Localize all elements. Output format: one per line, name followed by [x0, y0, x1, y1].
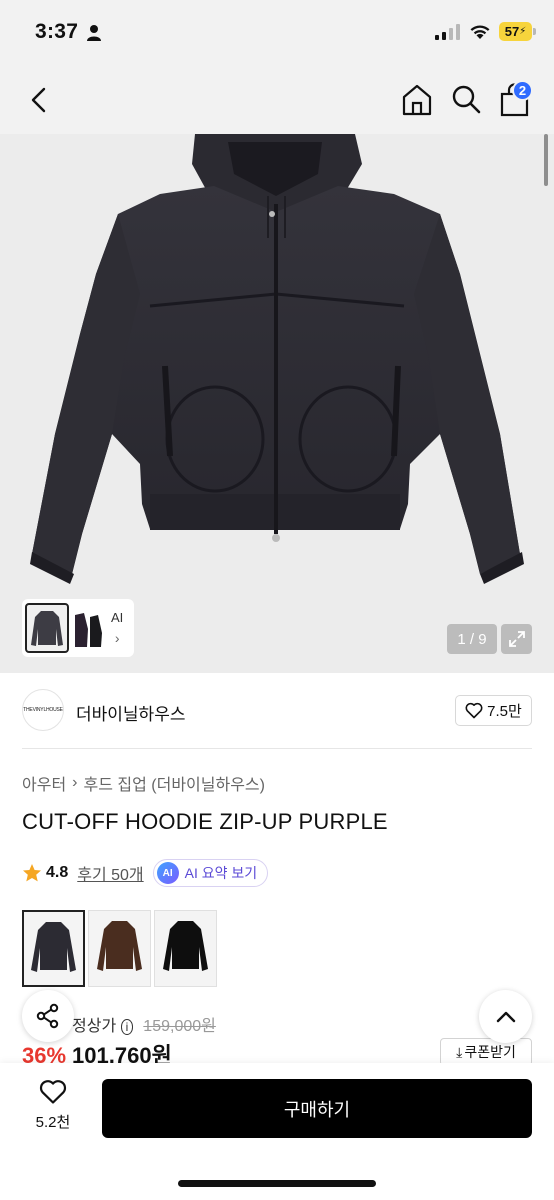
brand-like-button[interactable]: 7.5만 [455, 695, 532, 726]
breadcrumb-parent[interactable]: 아우터 [22, 771, 66, 795]
ai-thumbnail-link[interactable]: AI › [111, 608, 123, 648]
thumbnail-hoodie-side[interactable] [71, 603, 105, 653]
coupon-label: 쿠폰받기 [464, 1044, 516, 1060]
home-icon[interactable] [400, 83, 434, 117]
original-price-label: 정상가 i [72, 1012, 134, 1036]
brand-logo[interactable]: THEVINYLHOUSE [22, 689, 64, 731]
chevron-right-icon: › [72, 774, 78, 791]
expand-icon [508, 631, 525, 647]
ai-summary-label: AI 요약 보기 [184, 865, 258, 881]
rating-score: 4.8 [46, 864, 69, 881]
thumbnail-hoodie-front[interactable] [25, 603, 69, 653]
back-arrow-icon[interactable] [24, 84, 56, 116]
page-scrollbar[interactable] [544, 134, 548, 186]
home-indicator[interactable] [178, 1180, 376, 1187]
color-option-purple[interactable] [22, 910, 85, 987]
coupon-button[interactable]: ⤓ 쿠폰받기 [440, 1038, 532, 1066]
buy-button[interactable]: 구매하기 [102, 1079, 532, 1138]
original-price: 159,000원 [143, 1018, 216, 1035]
search-icon[interactable] [450, 83, 482, 115]
status-time: 3:37 [35, 20, 79, 43]
status-bar: 3:37 57 ⚡ [0, 0, 554, 66]
review-count-link[interactable]: 후기 50개 [77, 861, 143, 885]
star-icon [23, 864, 41, 882]
section-divider [22, 748, 532, 749]
hoodie-product-image [30, 134, 524, 584]
expand-image-button[interactable] [501, 624, 532, 654]
wishlist-count: 5.2천 [35, 1114, 71, 1131]
breadcrumb-child[interactable]: 후드 집업 (더바이닐하우스) [84, 771, 265, 795]
wifi-icon [470, 25, 490, 39]
battery-level: 57 [504, 24, 520, 39]
chevron-up-icon [496, 1011, 515, 1022]
brand-name[interactable]: 더바이닐하우스 [76, 700, 185, 725]
ai-badge-icon: AI [156, 862, 179, 884]
color-option-black[interactable] [154, 910, 217, 987]
cart-count-badge: 2 [512, 80, 533, 101]
chevron-right-icon: › [114, 630, 120, 646]
original-price-row: 정상가 i 159,000원 [72, 1012, 216, 1036]
heart-icon [465, 702, 483, 719]
rating-row: 4.8 후기 50개 AI AI 요약 보기 [22, 858, 269, 888]
breadcrumb: 아우터 › 후드 집업 (더바이닐하우스) [22, 771, 265, 795]
download-icon: ⤓ [456, 1043, 463, 1060]
color-option-brown[interactable] [88, 910, 151, 987]
status-indicators: 57 ⚡ [435, 22, 536, 41]
battery-indicator: 57 ⚡ [499, 22, 536, 41]
scroll-to-top-button[interactable] [479, 990, 532, 1043]
ai-summary-button[interactable]: AI AI 요약 보기 [152, 859, 269, 887]
heart-icon [39, 1080, 67, 1104]
gallery-thumbnail-strip[interactable]: AI › [22, 599, 134, 657]
price-area: 정상가 i 159,000원 36% 101,760원 ⤓ 쿠폰받기 [22, 1005, 532, 1069]
info-icon[interactable]: i [120, 1019, 134, 1035]
image-counter: 1 / 9 [447, 624, 497, 654]
brand-like-count: 7.5만 [487, 703, 522, 720]
person-icon [87, 25, 101, 41]
bottom-action-bar: 5.2천 구매하기 [0, 1063, 554, 1200]
brand-row: THEVINYLHOUSE 더바이닐하우스 7.5만 [0, 673, 554, 749]
wishlist-button[interactable]: 5.2천 [26, 1079, 80, 1139]
ai-label: AI [111, 610, 124, 625]
product-title: CUT-OFF HOODIE ZIP-UP PURPLE [22, 809, 388, 834]
cellular-signal-icon [435, 23, 461, 40]
app-header [0, 66, 554, 134]
share-button[interactable] [22, 990, 74, 1042]
product-image-gallery[interactable] [0, 134, 554, 673]
share-icon [36, 1003, 59, 1029]
color-options [22, 910, 217, 987]
brand-logo-text: THEVINYLHOUSE [23, 707, 63, 713]
